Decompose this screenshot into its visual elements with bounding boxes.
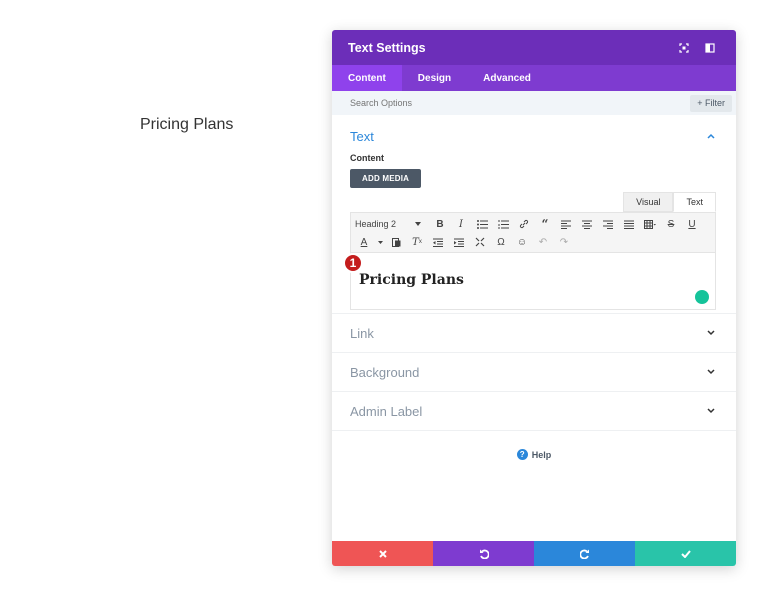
panel-footer xyxy=(332,541,736,566)
link-icon[interactable] xyxy=(515,216,533,232)
bullet-list-icon[interactable] xyxy=(473,216,491,232)
help-label: Help xyxy=(531,449,552,460)
dropdown-arrow-icon xyxy=(415,222,421,226)
grammarly-icon[interactable] xyxy=(695,290,709,304)
panel-header: Text Settings xyxy=(332,30,736,65)
text-color-icon[interactable]: A xyxy=(355,234,373,250)
chevron-up-icon[interactable] xyxy=(704,129,718,143)
editor-mode-tabs: Visual Text xyxy=(623,192,716,212)
page-heading: Pricing Plans xyxy=(140,116,234,133)
editor-content-area[interactable]: 1 Pricing Plans xyxy=(343,252,716,310)
chevron-down-icon xyxy=(704,404,718,418)
check-icon xyxy=(680,549,691,558)
color-dropdown-icon[interactable] xyxy=(376,234,384,250)
section-title-background: Background xyxy=(350,364,420,380)
text-tab[interactable]: Text xyxy=(673,192,716,212)
background-section[interactable]: Background xyxy=(332,353,736,392)
underline-icon[interactable]: U xyxy=(683,216,701,232)
align-center-icon[interactable] xyxy=(578,216,596,232)
align-right-icon[interactable] xyxy=(599,216,617,232)
blockquote-icon[interactable]: “ xyxy=(536,216,554,232)
settings-tabs: Content Design Advanced xyxy=(332,65,736,91)
format-select[interactable]: Heading 2 xyxy=(355,219,427,229)
content-label: Content xyxy=(350,153,384,163)
bold-icon[interactable]: B xyxy=(431,216,449,232)
redo-icon xyxy=(579,549,589,559)
tab-advanced[interactable]: Advanced xyxy=(467,65,547,91)
help-link[interactable]: ? Help xyxy=(332,449,736,460)
text-section-title: Text xyxy=(350,128,374,144)
text-settings-panel: Text Settings Content Design Advanced + … xyxy=(332,30,736,566)
undo-editor-icon[interactable]: ↶ xyxy=(534,234,552,250)
clear-formatting-icon[interactable]: Tx xyxy=(408,234,426,250)
indent-icon[interactable] xyxy=(450,234,468,250)
emoji-icon[interactable]: ☺ xyxy=(513,234,531,250)
search-options-input[interactable] xyxy=(350,98,691,108)
editor-toolbar: Heading 2 B I “ S U A T x Ω ☺ ↶ ↷ xyxy=(350,212,716,252)
search-row: + Filter xyxy=(332,91,736,115)
add-media-button[interactable]: ADD MEDIA xyxy=(350,169,422,188)
section-title-admin-label: Admin Label xyxy=(350,403,423,419)
paste-text-icon[interactable] xyxy=(387,234,405,250)
close-icon xyxy=(378,549,387,558)
align-left-icon[interactable] xyxy=(557,216,575,232)
strikethrough-icon[interactable]: S xyxy=(662,216,680,232)
undo-icon xyxy=(479,549,489,559)
redo-editor-icon[interactable]: ↷ xyxy=(555,234,573,250)
text-section: Text Content ADD MEDIA Visual Text Headi… xyxy=(332,115,736,314)
special-character-icon[interactable]: Ω xyxy=(492,234,510,250)
undo-button[interactable] xyxy=(433,541,534,566)
outdent-icon[interactable] xyxy=(429,234,447,250)
tab-design[interactable]: Design xyxy=(402,65,467,91)
visual-tab[interactable]: Visual xyxy=(623,192,674,212)
numbered-list-icon[interactable] xyxy=(494,216,512,232)
format-select-value: Heading 2 xyxy=(355,219,397,229)
editor-heading-text: Pricing Plans xyxy=(359,272,464,288)
italic-icon[interactable]: I xyxy=(452,216,470,232)
chevron-down-icon xyxy=(704,365,718,379)
tab-content[interactable]: Content xyxy=(332,65,402,91)
admin-label-section[interactable]: Admin Label xyxy=(332,392,736,431)
text-section-header[interactable]: Text xyxy=(350,125,718,147)
panel-title: Text Settings xyxy=(348,40,426,55)
redo-button[interactable] xyxy=(534,541,635,566)
save-button[interactable] xyxy=(635,541,736,566)
chevron-down-icon xyxy=(704,326,718,340)
section-title-link: Link xyxy=(350,325,374,341)
link-section[interactable]: Link xyxy=(332,314,736,353)
sidebar-toggle-icon[interactable] xyxy=(700,38,720,58)
focus-icon[interactable] xyxy=(674,38,694,58)
discard-button[interactable] xyxy=(332,541,433,566)
align-justify-icon[interactable] xyxy=(620,216,638,232)
help-icon: ? xyxy=(516,449,528,460)
table-icon[interactable] xyxy=(641,216,659,232)
filter-button[interactable]: + Filter xyxy=(690,94,732,112)
step-badge: 1 xyxy=(343,253,363,273)
fullscreen-icon[interactable] xyxy=(471,234,489,250)
